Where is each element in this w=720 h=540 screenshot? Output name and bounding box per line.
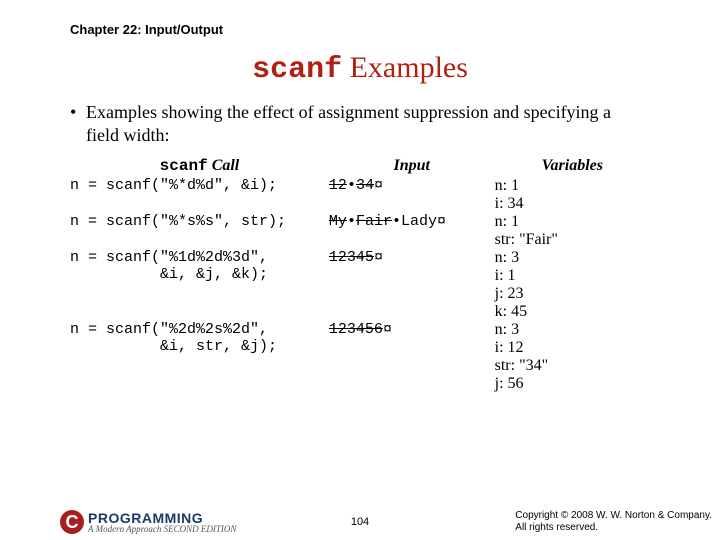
copyright-line: Copyright © 2008 W. W. Norton & Company.	[515, 510, 712, 522]
input-cell: 12•34¤	[329, 177, 495, 213]
table-row: n = scanf("%*d%d", &i); 12•34¤ n: 1 i: 3…	[70, 177, 650, 213]
input-cell: My•Fair•Lady¤	[329, 213, 495, 249]
call-cell: n = scanf("%*s%s", str);	[70, 213, 329, 249]
table-row: n = scanf("%*s%s", str); My•Fair•Lady¤ n…	[70, 213, 650, 249]
bullet-marker: •	[70, 101, 86, 124]
bullet-item: •Examples showing the effect of assignme…	[70, 101, 650, 146]
slide-body: Chapter 22: Input/Output scanf Examples …	[0, 0, 720, 393]
call-cell: n = scanf("%*d%d", &i);	[70, 177, 329, 213]
vars-cell: n: 1 i: 34	[495, 177, 650, 213]
call-cell: n = scanf("%1d%2d%3d", &i, &j, &k);	[70, 249, 329, 321]
copyright-line: All rights reserved.	[515, 522, 712, 534]
input-cell: 123456¤	[329, 321, 495, 393]
input-cell: 12345¤	[329, 249, 495, 321]
copyright: Copyright © 2008 W. W. Norton & Company.…	[515, 510, 712, 534]
logo-subtitle: A Modern Approach SECOND EDITION	[88, 524, 236, 534]
slide-footer: C PROGRAMMING A Modern Approach SECOND E…	[0, 510, 720, 534]
col-header-call: scanf Call	[70, 156, 329, 177]
vars-cell: n: 1 str: "Fair"	[495, 213, 650, 249]
col-header-input: Input	[329, 156, 495, 177]
book-logo: C PROGRAMMING A Modern Approach SECOND E…	[60, 510, 236, 534]
title-rest: Examples	[342, 51, 468, 84]
slide-title: scanf Examples	[70, 51, 650, 87]
bullet-text: Examples showing the effect of assignmen…	[86, 101, 626, 146]
chapter-label: Chapter 22: Input/Output	[70, 22, 650, 37]
table-header-row: scanf Call Input Variables	[70, 156, 650, 177]
call-cell: n = scanf("%2d%2s%2d", &i, str, &j);	[70, 321, 329, 393]
vars-cell: n: 3 i: 1 j: 23 k: 45	[495, 249, 650, 321]
page-number: 104	[351, 516, 369, 528]
title-code: scanf	[252, 53, 342, 87]
vars-cell: n: 3 i: 12 str: "34" j: 56	[495, 321, 650, 393]
examples-table: scanf Call Input Variables n = scanf("%*…	[70, 156, 650, 393]
col-header-vars: Variables	[495, 156, 650, 177]
table-row: n = scanf("%2d%2s%2d", &i, str, &j); 123…	[70, 321, 650, 393]
table-row: n = scanf("%1d%2d%3d", &i, &j, &k); 1234…	[70, 249, 650, 321]
logo-c-icon: C	[60, 510, 84, 534]
